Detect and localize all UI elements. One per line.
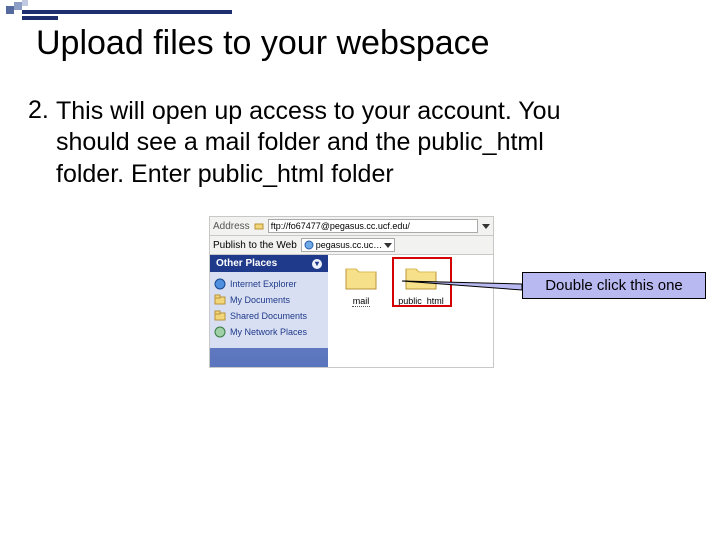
sidebar-item-my-network-places[interactable]: My Network Places — [214, 324, 324, 340]
sidebar-item-label: My Network Places — [230, 327, 307, 337]
chevron-down-icon[interactable] — [482, 224, 490, 229]
sidebar-body: Internet Explorer My Documents Shared Do… — [210, 272, 328, 348]
chevron-down-icon — [384, 243, 392, 248]
address-bar: Address ftp://fo67477@pegasus.cc.ucf.edu… — [209, 216, 494, 236]
callout-text: Double click this one — [545, 277, 683, 294]
sidebar-header[interactable]: Other Places ▾ — [210, 255, 328, 272]
explorer-window: Address ftp://fo67477@pegasus.cc.ucf.edu… — [209, 216, 494, 368]
sidebar-item-label: Internet Explorer — [230, 279, 297, 289]
address-label: Address — [213, 221, 250, 232]
callout-box: Double click this one — [522, 272, 706, 299]
sidebar-item-shared-documents[interactable]: Shared Documents — [214, 308, 324, 324]
globe-icon — [304, 240, 314, 250]
explorer-sidebar: Other Places ▾ Internet Explorer My Docu… — [210, 255, 328, 367]
folder-icon — [344, 263, 378, 291]
step-text: This will open up access to your account… — [56, 96, 616, 190]
folder-icon — [214, 310, 226, 322]
folder-icon — [214, 294, 226, 306]
folder-public-html[interactable]: public_html — [396, 263, 446, 307]
collapse-icon[interactable]: ▾ — [312, 259, 322, 269]
toolbar-dropdown[interactable]: pegasus.cc.uc… — [301, 238, 396, 252]
folder-label: public_html — [397, 296, 445, 307]
address-field[interactable]: ftp://fo67477@pegasus.cc.ucf.edu/ — [268, 219, 478, 233]
explorer-toolbar: Publish to the Web pegasus.cc.uc… — [209, 236, 494, 255]
sidebar-item-label: My Documents — [230, 295, 290, 305]
folder-label: mail — [352, 296, 371, 307]
sidebar-item-internet-explorer[interactable]: Internet Explorer — [214, 276, 324, 292]
slide-title: Upload files to your webspace — [36, 24, 490, 63]
folder-icon — [404, 263, 438, 291]
ftp-icon — [254, 221, 264, 231]
step-number: 2. — [28, 96, 49, 125]
network-icon — [214, 326, 226, 338]
sidebar-item-my-documents[interactable]: My Documents — [214, 292, 324, 308]
slide-accent — [0, 0, 720, 16]
toolbar-dropdown-label: pegasus.cc.uc… — [316, 239, 383, 251]
folder-mail[interactable]: mail — [336, 263, 386, 307]
ie-icon — [214, 278, 226, 290]
toolbar-label: Publish to the Web — [213, 240, 297, 251]
explorer-content: mail public_html — [328, 255, 493, 367]
sidebar-item-label: Shared Documents — [230, 311, 307, 321]
sidebar-header-label: Other Places — [216, 258, 277, 269]
